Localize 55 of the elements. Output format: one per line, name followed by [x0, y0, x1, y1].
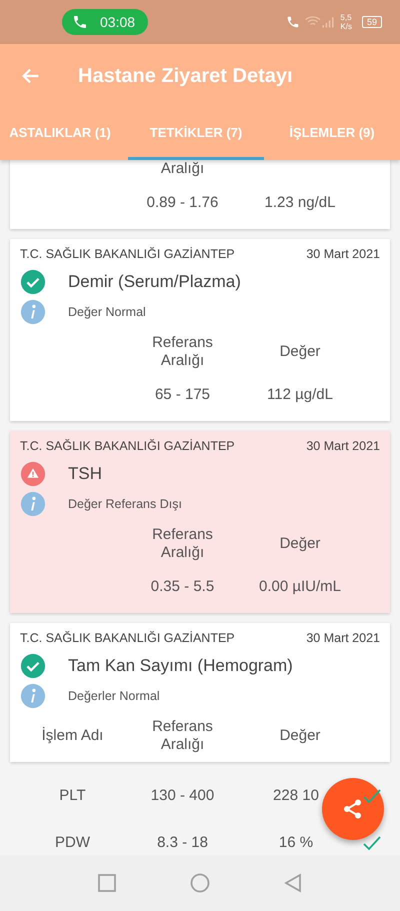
column-header: Değer	[278, 343, 322, 361]
speed-unit: K/s	[340, 22, 352, 31]
table-cell: 16 %	[278, 833, 314, 852]
call-indicator[interactable]: 03:08	[62, 9, 148, 35]
result-note: Değer Referans Dışı	[68, 497, 182, 511]
result-card[interactable]: T.C. SAĞLIK BAKANLIĞI GAZİANTEP 30 Mart 2021 TSH Değer Referans Dışı Referans Aralığı Değer 0.35 - 5.5 0.00 µIU/mL	[10, 431, 390, 613]
home-icon[interactable]	[190, 873, 210, 893]
table-cell-text: 1.23 ng/dL	[264, 194, 336, 211]
institution-name: T.C. SAĞLIK BAKANLIĞI GAZİANTEP	[20, 247, 235, 261]
check-circle-icon	[20, 269, 46, 295]
test-name: TSH	[68, 464, 102, 484]
table-cell-text: 0.89 - 1.76	[146, 194, 220, 211]
call-icon	[286, 15, 300, 29]
info-icon[interactable]	[20, 299, 46, 325]
table-cell-text: 0.35 - 5.5	[150, 578, 216, 595]
result-card[interactable]: T.C. SAĞLIK BAKANLIĞI GAZİANTEP 30 Mart 2021 Tam Kan Sayımı (Hemogram) Değerler Normal İşlem Adı Referans Aralığı Değer	[10, 623, 390, 762]
table-cell: PDW	[55, 833, 90, 852]
table-cell-text: 112 µg/dL	[266, 386, 334, 403]
column-header: Değer	[278, 727, 322, 745]
result-note: Değerler Normal	[68, 689, 160, 703]
table-cell: PLT	[59, 786, 86, 805]
column-header: Referans Aralığı	[151, 526, 214, 562]
phone-icon	[72, 14, 88, 30]
share-button[interactable]	[322, 778, 384, 840]
institution-name: T.C. SAĞLIK BAKANLIĞI GAZİANTEP	[20, 439, 235, 453]
tab[interactable]: ASTALIKLAR (1)	[0, 108, 128, 160]
recents-icon[interactable]	[96, 873, 117, 893]
column-header: Aralığı	[160, 160, 206, 178]
column-header: İşlem Adı	[40, 727, 104, 745]
info-icon[interactable]	[20, 683, 46, 709]
table-cell: 8.3 - 18	[157, 833, 208, 852]
test-name: Demir (Serum/Plazma)	[68, 272, 241, 292]
screen-title: Hastane Ziyaret Detayı	[78, 64, 293, 88]
result-date: 30 Mart 2021	[306, 247, 380, 261]
warning-icon	[20, 461, 46, 487]
table-cell-text: 65 - 175	[154, 386, 212, 403]
result-note: Değer Normal	[68, 305, 146, 319]
institution-name: T.C. SAĞLIK BAKANLIĞI GAZİANTEP	[20, 631, 235, 645]
speed-value: 5,5	[340, 13, 352, 22]
back-icon[interactable]	[283, 873, 304, 893]
column-header: Referans Aralığı	[151, 334, 214, 370]
result-date: 30 Mart 2021	[306, 631, 380, 645]
column-header: Referans Aralığı	[151, 718, 214, 754]
test-name: Tam Kan Sayımı (Hemogram)	[68, 656, 293, 676]
table-cell: 130 - 400	[150, 786, 214, 805]
table-cell: 228 10	[273, 786, 319, 805]
tab[interactable]: İŞLEMLER (9)	[264, 108, 400, 160]
result-card[interactable]: T.C. SAĞLIK BAKANLIĞI GAZİANTEP 30 Mart 2021 Demir (Serum/Plazma) Değer Normal Referans Aralığı Değer 65 - 175 112 µg/dL	[10, 239, 390, 421]
check-circle-icon	[20, 653, 46, 679]
table-cell-text: 0.00 µIU/mL	[258, 578, 342, 595]
battery-icon: 59	[362, 16, 382, 28]
signal-icon	[304, 14, 336, 30]
result-date: 30 Mart 2021	[306, 439, 380, 453]
column-header: Değer	[278, 535, 322, 553]
info-icon[interactable]	[20, 491, 46, 517]
